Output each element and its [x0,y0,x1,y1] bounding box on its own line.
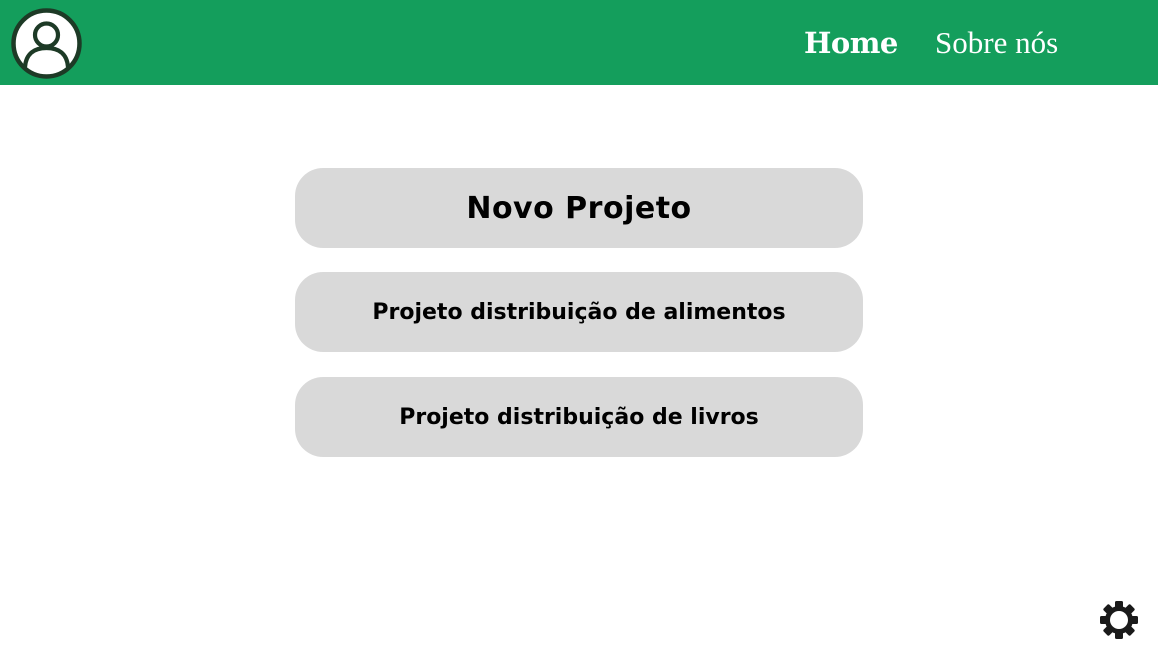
nav-home-link[interactable]: Home [804,0,898,85]
nav-about-link[interactable]: Sobre nós [935,0,1058,85]
user-avatar-button[interactable] [11,8,82,79]
gear-icon [1100,601,1138,639]
new-project-button[interactable]: Novo Projeto [295,168,863,248]
project-book-distribution-button[interactable]: Projeto distribuição de livros [295,377,863,457]
project-food-distribution-button[interactable]: Projeto distribuição de alimentos [295,272,863,352]
top-bar: Home Sobre nós [0,0,1158,85]
user-circle-icon [11,8,82,79]
settings-button[interactable] [1099,600,1139,640]
